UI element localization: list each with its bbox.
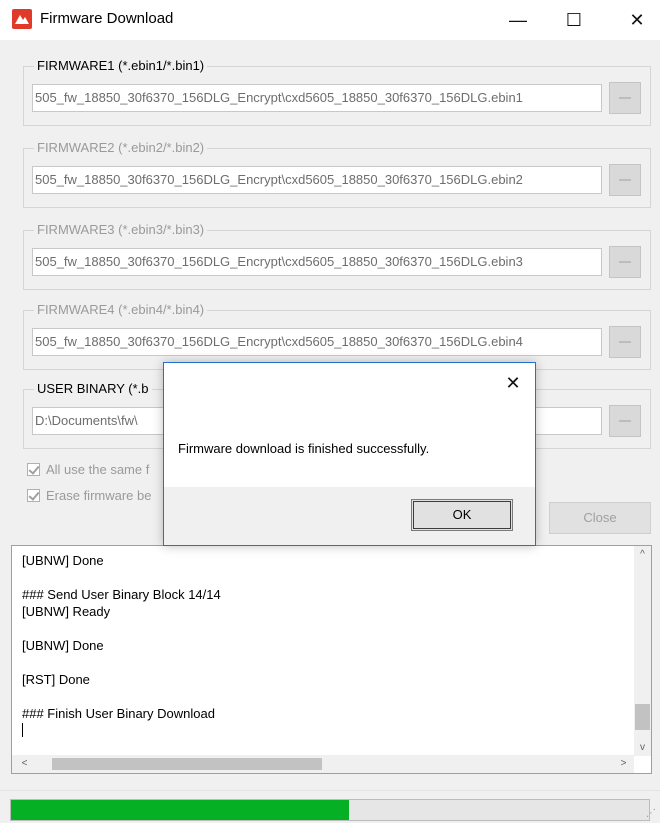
- firmware1-path-field[interactable]: 505_fw_18850_30f6370_156DLG_Encrypt\cxd5…: [32, 84, 602, 112]
- maximize-button[interactable]: ☐: [551, 0, 597, 40]
- scroll-down-arrow-icon[interactable]: v: [634, 739, 651, 756]
- log-line: [UBNW] Ready: [22, 604, 111, 619]
- log-content: [UBNW] Done ### Send User Binary Block 1…: [22, 552, 622, 737]
- firmware2-label: FIRMWARE2 (*.ebin2/*.bin2): [34, 140, 208, 155]
- status-bar: ⋰: [0, 790, 660, 823]
- window-title: Firmware Download: [40, 10, 174, 27]
- log-line: [RST] Done: [22, 672, 90, 687]
- all-use-same-checkbox[interactable]: [27, 462, 40, 476]
- ok-button[interactable]: OK: [411, 499, 513, 531]
- resize-grip-icon[interactable]: ⋰: [646, 808, 656, 819]
- firmware2-group: FIRMWARE2 (*.ebin2/*.bin2) 505_fw_18850_…: [23, 140, 651, 208]
- erase-firmware-option[interactable]: Erase firmware be: [27, 486, 151, 504]
- progress-bar: [10, 799, 650, 821]
- log-line: ### Send User Binary Block 14/14: [22, 587, 221, 602]
- close-button[interactable]: Close: [549, 502, 651, 534]
- firmware4-browse-button[interactable]: [609, 326, 641, 358]
- firmware1-label: FIRMWARE1 (*.ebin1/*.bin1): [34, 58, 208, 73]
- all-use-same-option[interactable]: All use the same f: [27, 460, 149, 478]
- title-bar: Firmware Download — ☐ ✕: [0, 0, 660, 40]
- progress-fill: [11, 800, 350, 820]
- firmware4-path-field[interactable]: 505_fw_18850_30f6370_156DLG_Encrypt\cxd5…: [32, 328, 602, 356]
- user-binary-browse-button[interactable]: [609, 405, 641, 437]
- log-line: [UBNW] Done: [22, 638, 104, 653]
- app-icon: [12, 9, 32, 29]
- scroll-right-arrow-icon[interactable]: >: [615, 755, 632, 772]
- erase-firmware-checkbox[interactable]: [27, 488, 40, 502]
- all-use-same-label: All use the same f: [46, 461, 150, 477]
- vertical-scroll-thumb[interactable]: [635, 704, 650, 730]
- firmware2-browse-button[interactable]: [609, 164, 641, 196]
- success-dialog: ✕ Firmware download is finished successf…: [163, 362, 536, 546]
- dialog-message: Firmware download is finished successful…: [178, 441, 430, 456]
- erase-firmware-label: Erase firmware be: [46, 487, 152, 503]
- text-caret: [22, 723, 23, 737]
- dialog-footer: OK: [164, 487, 535, 545]
- horizontal-scroll-thumb[interactable]: [52, 758, 322, 770]
- log-line: ### Finish User Binary Download: [22, 706, 215, 721]
- dialog-close-button[interactable]: ✕: [499, 369, 527, 397]
- firmware3-path-field[interactable]: 505_fw_18850_30f6370_156DLG_Encrypt\cxd5…: [32, 248, 602, 276]
- firmware2-path-field[interactable]: 505_fw_18850_30f6370_156DLG_Encrypt\cxd5…: [32, 166, 602, 194]
- firmware3-label: FIRMWARE3 (*.ebin3/*.bin3): [34, 222, 208, 237]
- log-line: [UBNW] Done: [22, 553, 104, 568]
- firmware4-label: FIRMWARE4 (*.ebin4/*.bin4): [34, 302, 208, 317]
- vertical-scrollbar[interactable]: ^ v: [634, 546, 651, 756]
- firmware4-group: FIRMWARE4 (*.ebin4/*.bin4) 505_fw_18850_…: [23, 302, 651, 370]
- firmware3-group: FIRMWARE3 (*.ebin3/*.bin3) 505_fw_18850_…: [23, 222, 651, 290]
- log-output[interactable]: [UBNW] Done ### Send User Binary Block 1…: [11, 545, 652, 774]
- user-binary-label: USER BINARY (*.b: [34, 381, 152, 396]
- close-window-button[interactable]: ✕: [614, 0, 660, 40]
- scroll-up-arrow-icon[interactable]: ^: [634, 546, 651, 563]
- scroll-left-arrow-icon[interactable]: <: [16, 755, 33, 772]
- firmware3-browse-button[interactable]: [609, 246, 641, 278]
- minimize-button[interactable]: —: [495, 0, 541, 40]
- firmware1-group: FIRMWARE1 (*.ebin1/*.bin1) 505_fw_18850_…: [23, 58, 651, 126]
- firmware1-browse-button[interactable]: [609, 82, 641, 114]
- horizontal-scrollbar[interactable]: < >: [12, 755, 634, 773]
